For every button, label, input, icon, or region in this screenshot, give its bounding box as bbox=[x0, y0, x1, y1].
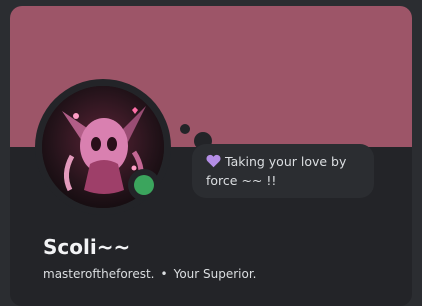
separator-dot: • bbox=[160, 267, 168, 281]
profile-tag: Your Superior. bbox=[173, 267, 257, 281]
display-name: Scoli~~ bbox=[43, 235, 131, 259]
profile-subline: masteroftheforest. • Your Superior. bbox=[43, 266, 257, 282]
username-text: masteroftheforest. bbox=[43, 267, 155, 281]
status-bubble-tail-small bbox=[180, 124, 190, 134]
status-indicator-frame bbox=[128, 169, 160, 201]
custom-status-text: Taking your love by force ~~ !! bbox=[206, 154, 347, 188]
online-status-dot bbox=[134, 175, 154, 195]
purple-heart-icon bbox=[206, 154, 221, 172]
custom-status-bubble[interactable]: Taking your love by force ~~ !! bbox=[192, 144, 374, 198]
profile-card: Taking your love by force ~~ !! Scoli~~ … bbox=[10, 6, 412, 306]
